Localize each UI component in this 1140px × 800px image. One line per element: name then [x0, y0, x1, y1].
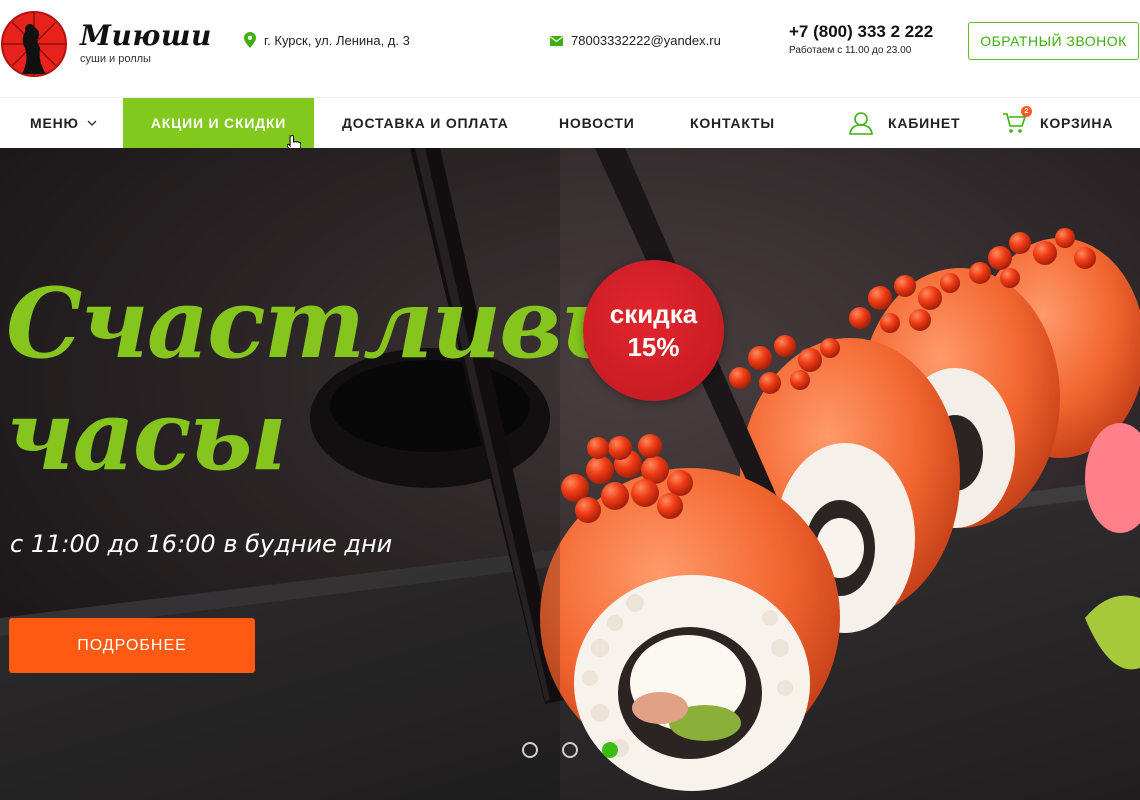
- hero-title-line2: часы: [6, 379, 287, 492]
- nav-item-label: МЕНЮ: [30, 115, 79, 131]
- main-nav: МЕНЮ АКЦИИ И СКИДКИ ДОСТАВКА И ОПЛАТА НО…: [0, 98, 1140, 148]
- working-hours: Работаем с 11.00 до 23.00: [789, 45, 912, 56]
- hero-subtitle: с 11:00 до 16:00 в будние дни: [10, 530, 393, 558]
- phone-block: +7 (800) 333 2 222 Работаем с 11.00 до 2…: [789, 22, 933, 56]
- envelope-icon: [550, 35, 563, 46]
- hero-title: Счастливые часы: [6, 267, 717, 492]
- nav-item-label: КАБИНЕТ: [888, 115, 961, 131]
- nav-item-label: НОВОСТИ: [559, 115, 635, 131]
- callback-button[interactable]: ОБРАТНЫЙ ЗВОНОК: [968, 22, 1139, 60]
- email-text[interactable]: 78003332222@yandex.ru: [571, 33, 721, 48]
- cart-count-badge: 2: [1021, 106, 1032, 117]
- cart-icon: 2: [1002, 106, 1032, 134]
- slider-dot-1[interactable]: [522, 742, 538, 758]
- address: г. Курск, ул. Ленина, д. 3: [244, 32, 410, 48]
- brand[interactable]: Миюши суши и роллы: [80, 19, 212, 66]
- discount-badge: скидка 15%: [583, 260, 724, 401]
- nav-item-contacts[interactable]: КОНТАКТЫ: [690, 98, 775, 148]
- chevron-down-icon: [87, 120, 97, 126]
- slider-dot-3[interactable]: [602, 742, 618, 758]
- umbrella-logo-icon[interactable]: [0, 8, 68, 78]
- slider-dots: [522, 742, 618, 758]
- hero-title-line1: Счастливые: [6, 267, 717, 380]
- nav-item-news[interactable]: НОВОСТИ: [559, 98, 635, 148]
- email[interactable]: 78003332222@yandex.ru: [550, 33, 721, 48]
- slider-dot-2[interactable]: [562, 742, 578, 758]
- nav-item-cabinet[interactable]: КАБИНЕТ: [848, 98, 960, 148]
- map-pin-icon: [244, 32, 256, 48]
- brand-tagline: суши и роллы: [80, 53, 151, 65]
- phone-number[interactable]: +7 (800) 333 2 222: [789, 22, 933, 42]
- nav-item-label: АКЦИИ И СКИДКИ: [150, 115, 287, 131]
- nav-item-label: КОРЗИНА: [1040, 115, 1114, 131]
- more-button[interactable]: ПОДРОБНЕЕ: [9, 618, 255, 673]
- nav-item-sale[interactable]: АКЦИИ И СКИДКИ: [123, 98, 314, 148]
- discount-badge-label: скидка: [609, 298, 698, 329]
- nav-item-menu[interactable]: МЕНЮ: [30, 98, 97, 148]
- header: Миюши суши и роллы г. Курск, ул. Ленина,…: [0, 0, 1140, 98]
- nav-item-label: ДОСТАВКА И ОПЛАТА: [342, 115, 509, 131]
- user-icon: [848, 111, 874, 135]
- nav-item-delivery[interactable]: ДОСТАВКА И ОПЛАТА: [342, 98, 509, 148]
- nav-item-cart[interactable]: 2 КОРЗИНА: [1002, 98, 1113, 148]
- address-text: г. Курск, ул. Ленина, д. 3: [264, 32, 410, 48]
- discount-badge-value: 15%: [627, 331, 680, 362]
- brand-name: Миюши: [80, 19, 212, 52]
- nav-item-label: КОНТАКТЫ: [690, 115, 775, 131]
- hero-slider: Счастливые часы скидка 15% с 11:00 до 16…: [0, 148, 1140, 800]
